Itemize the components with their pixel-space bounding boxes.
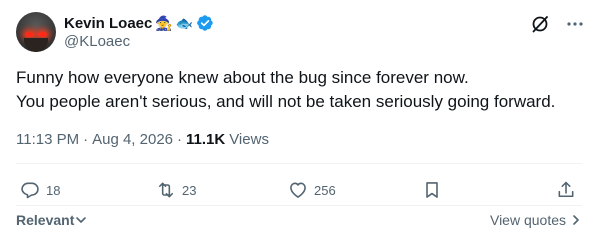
sort-label: Relevant xyxy=(16,212,75,228)
meta-separator: · xyxy=(83,131,89,148)
repost-count: 23 xyxy=(182,182,197,198)
like-button[interactable]: 256 xyxy=(288,176,336,204)
view-quotes-link[interactable]: View quotes xyxy=(490,212,582,228)
more-icon[interactable] xyxy=(566,15,584,33)
header-actions xyxy=(530,14,584,34)
sort-relevant-dropdown[interactable]: Relevant xyxy=(16,212,88,228)
tweet-time[interactable]: 11:13 PM xyxy=(16,131,79,148)
chevron-right-icon xyxy=(570,213,582,227)
reply-icon xyxy=(20,180,40,200)
replies-footer: Relevant View quotes xyxy=(16,212,582,232)
author-name[interactable]: Kevin Loaec xyxy=(64,15,152,32)
reply-count: 18 xyxy=(46,182,61,198)
like-count: 256 xyxy=(314,182,336,198)
repost-icon xyxy=(156,180,176,200)
wizard-emoji: 🧙 xyxy=(155,15,173,31)
repost-button[interactable]: 23 xyxy=(156,176,196,204)
bookmark-icon xyxy=(422,180,442,200)
reply-button[interactable]: 18 xyxy=(20,176,60,204)
avatar[interactable] xyxy=(16,12,56,52)
fish-emoji: 🐟 xyxy=(175,15,194,31)
views-label: Views xyxy=(229,131,269,148)
divider xyxy=(16,205,582,206)
share-button[interactable] xyxy=(556,176,576,204)
avatar-beard xyxy=(24,38,48,52)
author-name-row: Kevin Loaec 🧙 🐟 xyxy=(64,13,214,33)
chevron-down-icon xyxy=(74,213,88,227)
divider xyxy=(16,163,582,164)
action-bar: 18 23 256 xyxy=(16,176,582,204)
author-handle[interactable]: @KLoaec xyxy=(64,33,130,50)
view-quotes-label: View quotes xyxy=(489,212,566,228)
views-count: 11.1K xyxy=(186,131,226,148)
tweet-date[interactable]: Aug 4, 2026 xyxy=(92,131,173,148)
verified-badge-icon xyxy=(196,14,214,32)
tweet-text-line: You people aren't serious, and will not … xyxy=(16,92,556,111)
meta-separator: · xyxy=(177,131,182,148)
tweet-text: Funny how everyone knew about the bug si… xyxy=(16,66,582,114)
avatar-eye-left xyxy=(25,32,34,37)
grok-icon[interactable] xyxy=(530,14,550,34)
share-icon xyxy=(556,180,576,200)
avatar-eye-right xyxy=(38,32,47,37)
tweet-meta: 11:13 PM · Aug 4, 2026 · 11.1K Views xyxy=(16,131,269,148)
bookmark-button[interactable] xyxy=(422,176,442,204)
heart-icon xyxy=(288,180,308,200)
tweet-text-line: Funny how everyone knew about the bug si… xyxy=(16,68,469,87)
